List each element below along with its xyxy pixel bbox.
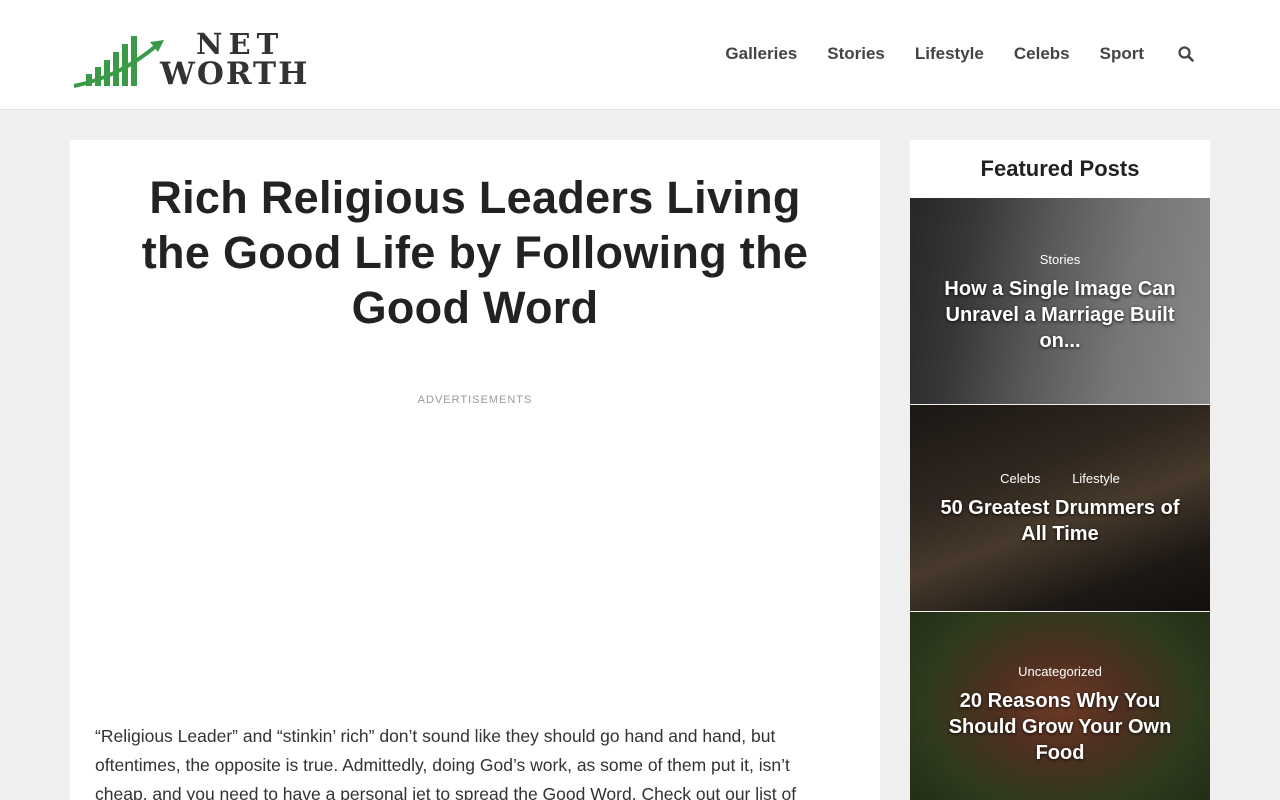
article-container: Rich Religious Leaders Living the Good L… [70,140,880,800]
post-title[interactable]: 20 Reasons Why You Should Grow Your Own … [935,688,1185,766]
nav-item-stories[interactable]: Stories [827,44,885,64]
article-intro: “Religious Leader” and “stinkin’ rich” d… [95,726,797,800]
sidebar: Featured Posts Stories How a Single Imag… [910,140,1210,800]
post-title[interactable]: How a Single Image Can Unravel a Marriag… [935,276,1185,354]
category-tag[interactable]: Lifestyle [1072,471,1120,486]
bar-chart-logo-icon [73,36,164,88]
main-nav: Galleries Stories Lifestyle Celebs Sport [695,44,1194,64]
post-categories: Uncategorized [910,664,1210,679]
featured-post-card[interactable]: Uncategorized 20 Reasons Why You Should … [910,612,1210,800]
nav-item-lifestyle[interactable]: Lifestyle [915,44,984,64]
site-logo[interactable]: NET WORTH [72,30,334,90]
category-tag[interactable]: Uncategorized [1018,664,1102,679]
nav-item-sport[interactable]: Sport [1100,44,1144,64]
search-icon[interactable] [1178,44,1194,64]
logo-text-worth: WORTH [160,56,310,92]
featured-posts-heading: Featured Posts [910,140,1210,198]
advertisement-label: ADVERTISEMENTS [417,394,533,406]
logo-text-net: NET [196,27,285,61]
nav-item-galleries[interactable]: Galleries [725,44,797,64]
post-categories: Celebs Lifestyle [910,471,1210,486]
post-categories: Stories [910,252,1210,267]
category-tag[interactable]: Celebs [1000,471,1040,486]
article-title: Rich Religious Leaders Living the Good L… [141,172,809,333]
post-title[interactable]: 50 Greatest Drummers of All Time [935,495,1185,547]
featured-post-card[interactable]: Stories How a Single Image Can Unravel a… [910,198,1210,404]
category-tag[interactable]: Stories [1040,252,1080,267]
nav-item-celebs[interactable]: Celebs [1014,44,1070,64]
site-header: NET WORTH Galleries Stories Lifestyle Ce… [0,0,1280,110]
featured-post-card[interactable]: Celebs Lifestyle 50 Greatest Drummers of… [910,405,1210,611]
